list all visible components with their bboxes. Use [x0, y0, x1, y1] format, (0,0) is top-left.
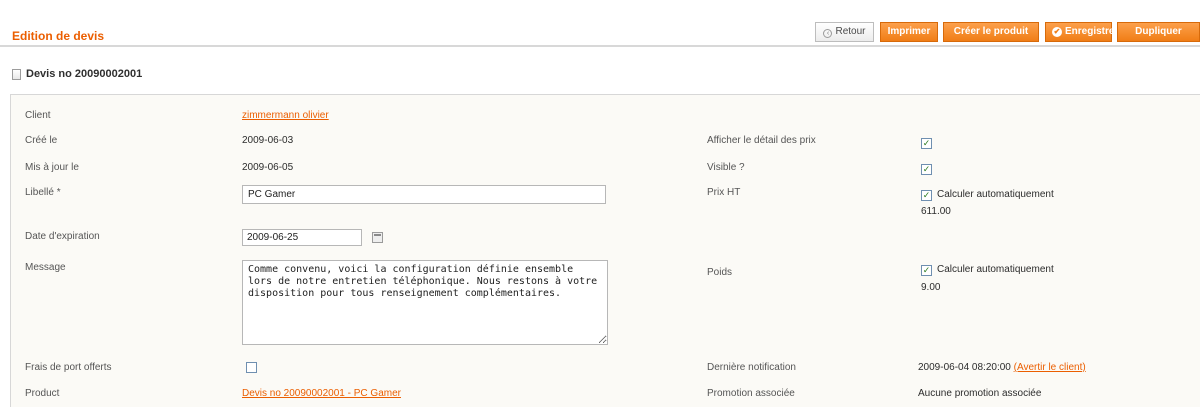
- document-icon: [12, 69, 21, 80]
- updated-value: 2009-06-05: [242, 162, 294, 173]
- free-shipping-checkbox[interactable]: [246, 362, 257, 373]
- promotion-label: Promotion associée: [707, 388, 795, 399]
- page-title: Edition de devis: [12, 29, 105, 43]
- page-header: Edition de devis ‹ Retour Imprimer Créer …: [0, 0, 1200, 47]
- last-notification-date: 2009-06-04 08:20:00: [918, 362, 1011, 373]
- save-button[interactable]: ✔ Enregistrer: [1045, 22, 1118, 42]
- last-notification-value: 2009-06-04 08:20:00 (Avertir le client): [918, 362, 1086, 373]
- duplicate-button[interactable]: Dupliquer: [1117, 22, 1200, 42]
- created-label: Créé le: [25, 135, 58, 146]
- show-price-detail-checkbox[interactable]: ✓: [921, 138, 932, 149]
- product-label: Product: [25, 388, 60, 399]
- checkmark-icon: ✓: [922, 164, 931, 174]
- libelle-label: Libellé *: [25, 187, 61, 198]
- client-link[interactable]: zimmermann olivier: [242, 110, 329, 121]
- checkmark-icon: ✓: [922, 190, 931, 200]
- notify-client-link[interactable]: (Avertir le client): [1014, 362, 1086, 373]
- product-link[interactable]: Devis no 20090002001 - PC Gamer: [242, 388, 401, 399]
- updated-label: Mis à jour le: [25, 162, 79, 173]
- client-label: Client: [25, 110, 51, 121]
- libelle-input[interactable]: [242, 185, 606, 204]
- message-textarea[interactable]: Comme convenu, voici la configuration dé…: [242, 260, 608, 345]
- weight-auto-checkbox[interactable]: ✓: [921, 265, 932, 276]
- message-label: Message: [25, 262, 66, 273]
- price-ht-label: Prix HT: [707, 187, 741, 198]
- checkmark-icon: ✓: [922, 265, 931, 275]
- quote-form-panel: [10, 94, 1200, 407]
- weight-auto-label: Calculer automatiquement: [937, 264, 1054, 275]
- checkmark-icon: ✓: [922, 138, 931, 148]
- price-ht-value: 611.00: [921, 206, 951, 217]
- expiration-date-input[interactable]: [242, 229, 362, 246]
- expiration-label: Date d'expiration: [25, 231, 100, 242]
- back-button-label: Retour: [835, 26, 866, 37]
- section-title: Devis no 20090002001: [26, 68, 143, 80]
- back-button[interactable]: ‹ Retour: [815, 22, 874, 42]
- print-button[interactable]: Imprimer: [880, 22, 938, 42]
- created-value: 2009-06-03: [242, 135, 294, 146]
- create-product-button[interactable]: Créer le produit: [943, 22, 1039, 42]
- price-auto-checkbox[interactable]: ✓: [921, 190, 932, 201]
- visible-checkbox[interactable]: ✓: [921, 164, 932, 175]
- weight-label: Poids: [707, 267, 733, 278]
- price-auto-label: Calculer automatiquement: [937, 189, 1054, 200]
- save-button-label: Enregistrer: [1065, 26, 1119, 37]
- check-circle-icon: ✔: [1052, 27, 1062, 37]
- circle-arrow-icon: ‹: [823, 29, 833, 38]
- visible-label: Visible ?: [707, 162, 745, 173]
- promotion-value: Aucune promotion associée: [918, 388, 1042, 399]
- free-shipping-label: Frais de port offerts: [25, 362, 112, 373]
- last-notification-label: Dernière notification: [707, 362, 796, 373]
- show-price-detail-label: Afficher le détail des prix: [707, 135, 816, 146]
- weight-value: 9.00: [921, 282, 941, 293]
- calendar-icon[interactable]: [372, 232, 383, 243]
